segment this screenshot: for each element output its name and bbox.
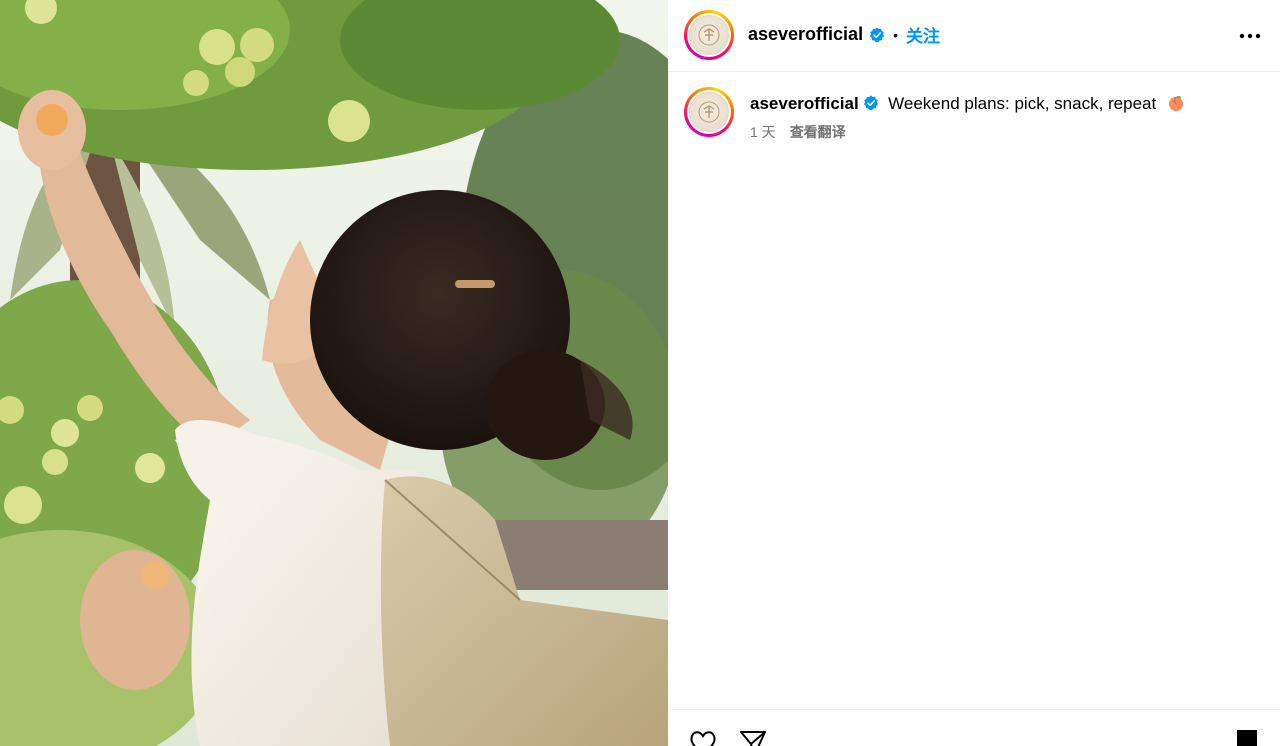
more-options-button[interactable]	[1238, 24, 1262, 48]
post-photo-illustration	[0, 0, 668, 746]
caption-username[interactable]: aseverofficial	[750, 94, 859, 113]
post-header: aseverofficial • 关注	[668, 0, 1280, 72]
author-avatar[interactable]	[684, 10, 734, 60]
follow-button[interactable]: 关注	[906, 22, 940, 47]
post-side-panel: aseverofficial • 关注 aseverofficial Weeke…	[668, 0, 1280, 746]
post-action-bar	[668, 709, 1280, 746]
post-timestamp: 1 天	[750, 124, 776, 140]
caption-meta: 1 天 查看翻译	[750, 122, 846, 142]
caption-text: Weekend plans: pick, snack, repeat	[888, 94, 1157, 113]
post-image[interactable]	[0, 0, 668, 746]
peach-emoji-icon	[1168, 95, 1183, 111]
save-button[interactable]	[1234, 728, 1264, 746]
caption-author-avatar[interactable]	[684, 87, 734, 137]
post-view: aseverofficial • 关注 aseverofficial Weeke…	[0, 0, 1280, 746]
avatar-gap	[687, 90, 731, 134]
share-button[interactable]	[738, 728, 768, 746]
like-button[interactable]	[688, 728, 718, 746]
verified-badge-icon	[864, 95, 879, 111]
author-username[interactable]: aseverofficial	[748, 24, 863, 45]
heart-icon	[690, 731, 716, 746]
brand-logo-icon	[689, 92, 729, 132]
brand-logo-icon	[689, 15, 729, 55]
send-icon	[740, 731, 766, 746]
avatar-gap	[687, 13, 731, 57]
verified-badge-icon	[870, 27, 885, 42]
more-horizontal-icon	[1239, 33, 1261, 39]
separator-dot: •	[893, 26, 898, 43]
bookmark-icon	[1237, 730, 1257, 746]
post-caption: aseverofficial Weekend plans: pick, snac…	[750, 92, 1250, 116]
see-translation-link[interactable]: 查看翻译	[790, 122, 846, 142]
header-user-row: aseverofficial • 关注	[748, 22, 940, 47]
